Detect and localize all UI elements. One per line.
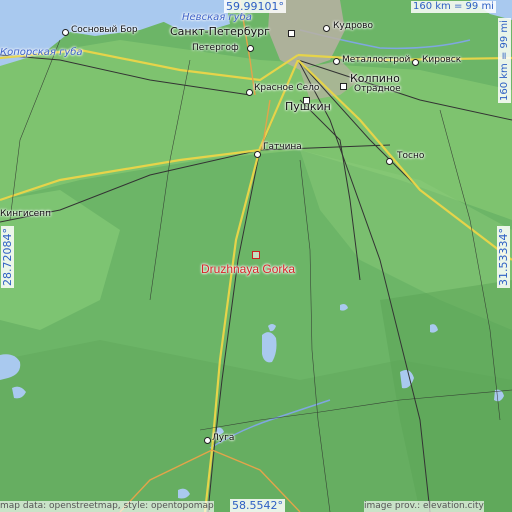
place-label-tosno[interactable]: Тосно	[397, 152, 424, 161]
place-label-kudrovo[interactable]: Кудрово	[333, 22, 373, 31]
location-marker[interactable]	[252, 251, 260, 259]
place-dot-tosno	[386, 158, 393, 165]
place-label-kingisepp[interactable]: Кингисепп	[0, 210, 51, 219]
place-label-sosnovyi-bor[interactable]: Сосновый Бор	[71, 26, 138, 35]
left-longitude-label: 28.72084°	[1, 226, 14, 288]
map-credit-left: map data: openstreetmap, style: opentopo…	[0, 501, 214, 512]
place-label-luga[interactable]: Луга	[212, 434, 234, 443]
koporye-bay-label: Копорская губа	[0, 47, 83, 58]
right-longitude-label: 31.53334°	[497, 226, 510, 288]
scale-right: 160 km = 99 mi	[498, 18, 511, 103]
place-label-sankt-peterburg[interactable]: Санкт-Петербург	[170, 26, 270, 37]
place-label-metallostroy[interactable]: Металлострой	[342, 56, 410, 65]
neva-bay-label: Невская губа	[182, 12, 252, 23]
place-dot-metallostroy	[333, 58, 340, 65]
place-label-kolpino[interactable]: Колпино	[350, 73, 400, 84]
bottom-latitude-label: 58.5542°	[230, 499, 285, 512]
top-latitude-label: 59.99101°	[224, 0, 286, 13]
place-dot-krasnoe-selo	[246, 89, 253, 96]
place-label-kirovsk[interactable]: Кировск	[422, 56, 461, 65]
place-label-krasnoe-selo[interactable]: Красное Село	[254, 84, 319, 93]
place-dot-luga	[204, 437, 211, 444]
place-dot-kirovsk	[412, 59, 419, 66]
place-label-pushkin[interactable]: Пушкин	[285, 101, 331, 112]
scale-top: 160 km = 99 mi	[411, 1, 496, 13]
map-view[interactable]: Невская губа Копорская губа Сосновый Бор…	[0, 0, 512, 512]
map-credit-right: image prov.: elevation.city	[364, 501, 484, 512]
place-label-gatchina[interactable]: Гатчина	[263, 143, 302, 152]
place-marker-kolpino	[340, 83, 347, 90]
place-marker-sankt-peterburg	[288, 30, 295, 37]
place-dot-sosnovyi-bor	[62, 29, 69, 36]
place-label-peterhof[interactable]: Петергоф	[192, 44, 239, 53]
place-label-otradnoe[interactable]: Отрадное	[354, 85, 401, 94]
place-dot-gatchina	[254, 151, 261, 158]
place-dot-kudrovo	[323, 25, 330, 32]
place-dot-peterhof	[247, 45, 254, 52]
location-label[interactable]: Druzhnaya Gorka	[201, 262, 295, 276]
